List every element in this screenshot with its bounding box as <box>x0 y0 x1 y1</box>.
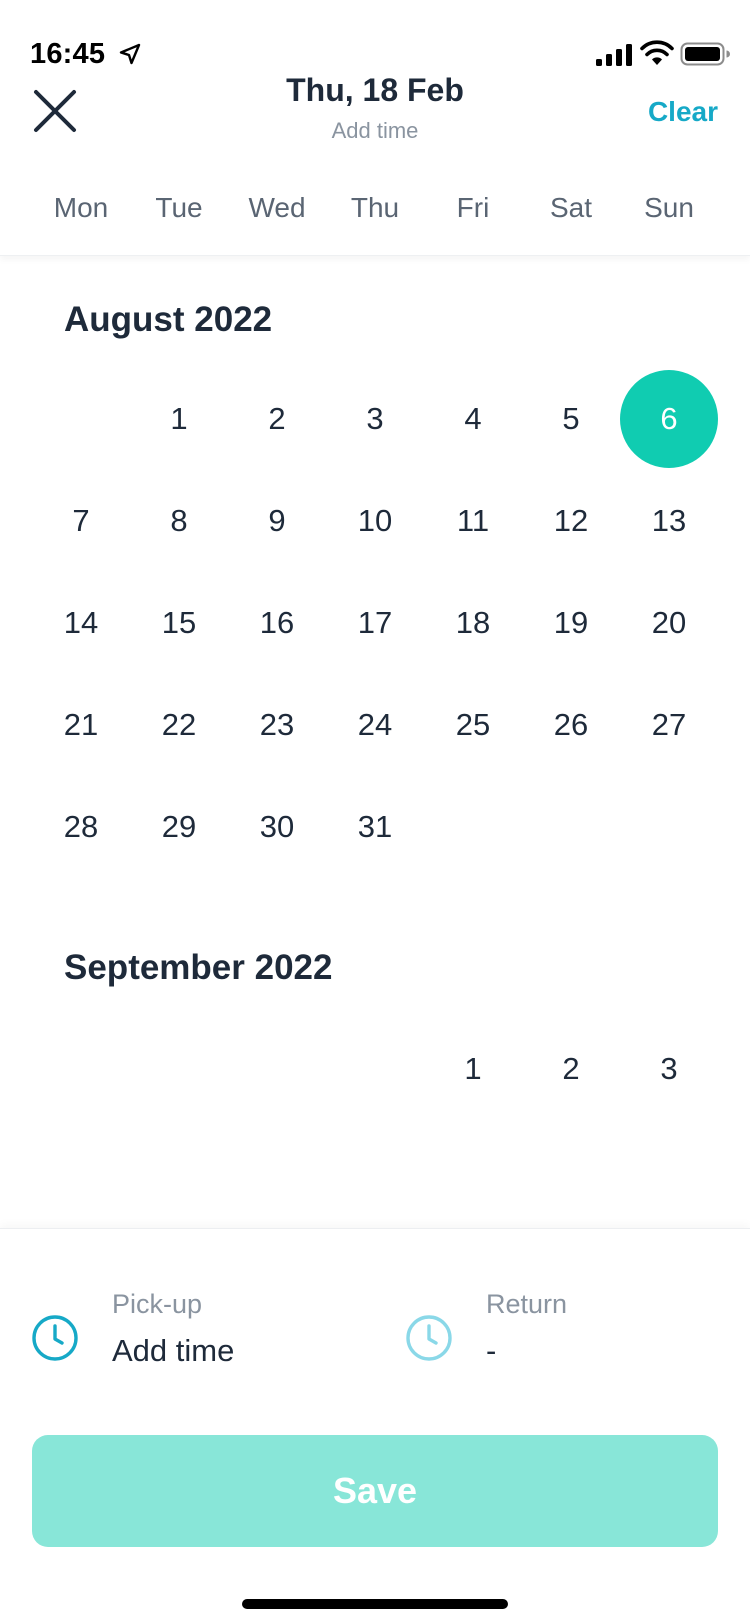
day-number: 21 <box>63 707 99 742</box>
calendar-day[interactable]: 1 <box>424 1020 522 1118</box>
calendar-day[interactable]: 12 <box>522 472 620 570</box>
add-time-subtitle[interactable]: Add time <box>0 118 750 144</box>
calendar-day[interactable]: 24 <box>326 676 424 774</box>
day-number: 1 <box>464 1051 482 1086</box>
calendar-day[interactable]: 28 <box>32 778 130 876</box>
return-label: Return <box>486 1289 568 1319</box>
day-number: 18 <box>455 605 491 640</box>
day-number: 13 <box>651 503 687 538</box>
clock-icon <box>32 1315 78 1361</box>
day-number: 2 <box>562 1051 580 1086</box>
clear-button[interactable]: Clear <box>648 96 718 128</box>
day-number: 31 <box>357 809 393 844</box>
day-number: 11 <box>456 503 490 538</box>
day-number: 20 <box>651 605 687 640</box>
calendar-day[interactable]: 3 <box>326 370 424 468</box>
weekday-header: Mon Tue Wed Thu Fri Sat Sun <box>0 160 750 256</box>
calendar-day[interactable]: 15 <box>130 574 228 672</box>
weekday-label: Mon <box>53 192 109 223</box>
day-number: 17 <box>357 605 393 640</box>
day-number: 5 <box>562 401 580 436</box>
day-number: 4 <box>464 401 482 436</box>
weekday-label: Tue <box>155 192 203 223</box>
time-footer: Pick-up Add time Return - Save <box>0 1228 750 1624</box>
month-title: August 2022 <box>64 300 273 339</box>
day-number: 28 <box>63 809 99 844</box>
calendar-day[interactable]: 7 <box>32 472 130 570</box>
calendar-day[interactable]: 9 <box>228 472 326 570</box>
return-value: - <box>486 1333 497 1368</box>
calendar-scroll-area[interactable]: August 2022 1 2 3 4 5 6 7 8 9 10 11 12 13 14 15 16 17 18 1… <box>0 256 750 1228</box>
calendar-day[interactable]: 17 <box>326 574 424 672</box>
day-number: 9 <box>268 503 286 538</box>
calendar-day[interactable]: 21 <box>32 676 130 774</box>
home-indicator <box>242 1599 508 1609</box>
day-number: 10 <box>357 503 393 538</box>
save-button[interactable]: Save <box>32 1435 718 1547</box>
day-number: 29 <box>161 809 197 844</box>
calendar-day[interactable]: 23 <box>228 676 326 774</box>
calendar-day[interactable]: 31 <box>326 778 424 876</box>
day-number: 30 <box>259 809 295 844</box>
day-number: 2 <box>268 401 286 436</box>
day-number: 12 <box>553 503 589 538</box>
day-number: 19 <box>553 605 589 640</box>
pickup-value: Add time <box>112 1333 235 1368</box>
calendar-day[interactable]: 11 <box>424 472 522 570</box>
day-number: 7 <box>72 503 90 538</box>
day-number: 25 <box>455 707 491 742</box>
weekday-label: Fri <box>456 192 490 223</box>
calendar-day[interactable]: 18 <box>424 574 522 672</box>
month-title: September 2022 <box>64 948 333 987</box>
day-number: 22 <box>161 707 197 742</box>
calendar-day[interactable]: 1 <box>130 370 228 468</box>
day-number: 6 <box>660 401 678 436</box>
day-number: 24 <box>357 707 393 742</box>
day-number: 1 <box>170 401 188 436</box>
calendar-day[interactable]: 27 <box>620 676 718 774</box>
selected-date-title: Thu, 18 Feb <box>286 72 464 108</box>
calendar-day[interactable]: 13 <box>620 472 718 570</box>
calendar-day[interactable]: 4 <box>424 370 522 468</box>
calendar-day[interactable]: 25 <box>424 676 522 774</box>
weekday-label: Thu <box>350 192 400 223</box>
calendar-day[interactable]: 5 <box>522 370 620 468</box>
day-number: 3 <box>366 401 384 436</box>
day-number: 16 <box>259 605 295 640</box>
clock-icon <box>406 1315 452 1361</box>
calendar-day[interactable]: 8 <box>130 472 228 570</box>
day-number: 23 <box>259 707 295 742</box>
calendar-day[interactable]: 26 <box>522 676 620 774</box>
day-number: 27 <box>651 707 687 742</box>
weekday-label: Wed <box>248 192 306 223</box>
calendar-day[interactable]: 14 <box>32 574 130 672</box>
calendar-day-selected[interactable]: 6 <box>620 370 718 468</box>
calendar-day[interactable]: 20 <box>620 574 718 672</box>
calendar-day[interactable]: 2 <box>228 370 326 468</box>
return-time-selector[interactable]: Return - <box>404 1289 724 1379</box>
calendar-day[interactable]: 3 <box>620 1020 718 1118</box>
picker-header: Thu, 18 Feb Add time Clear <box>0 60 750 160</box>
calendar-day[interactable]: 10 <box>326 472 424 570</box>
date-picker-screen: 16:45 Thu, 18 Feb Add time Clear Mon Tue… <box>0 0 750 1624</box>
day-number: 8 <box>170 503 188 538</box>
pickup-time-selector[interactable]: Pick-up Add time <box>30 1289 370 1379</box>
day-number: 15 <box>161 605 197 640</box>
calendar-day[interactable]: 19 <box>522 574 620 672</box>
calendar-day[interactable]: 16 <box>228 574 326 672</box>
pickup-label: Pick-up <box>112 1289 203 1319</box>
weekday-label: Sun <box>644 192 694 223</box>
day-number: 14 <box>63 605 99 640</box>
day-number: 3 <box>660 1051 678 1086</box>
calendar-day[interactable]: 30 <box>228 778 326 876</box>
weekday-label: Sat <box>549 192 593 223</box>
calendar-day[interactable]: 2 <box>522 1020 620 1118</box>
day-number: 26 <box>553 707 589 742</box>
calendar-day[interactable]: 22 <box>130 676 228 774</box>
calendar-day[interactable]: 29 <box>130 778 228 876</box>
